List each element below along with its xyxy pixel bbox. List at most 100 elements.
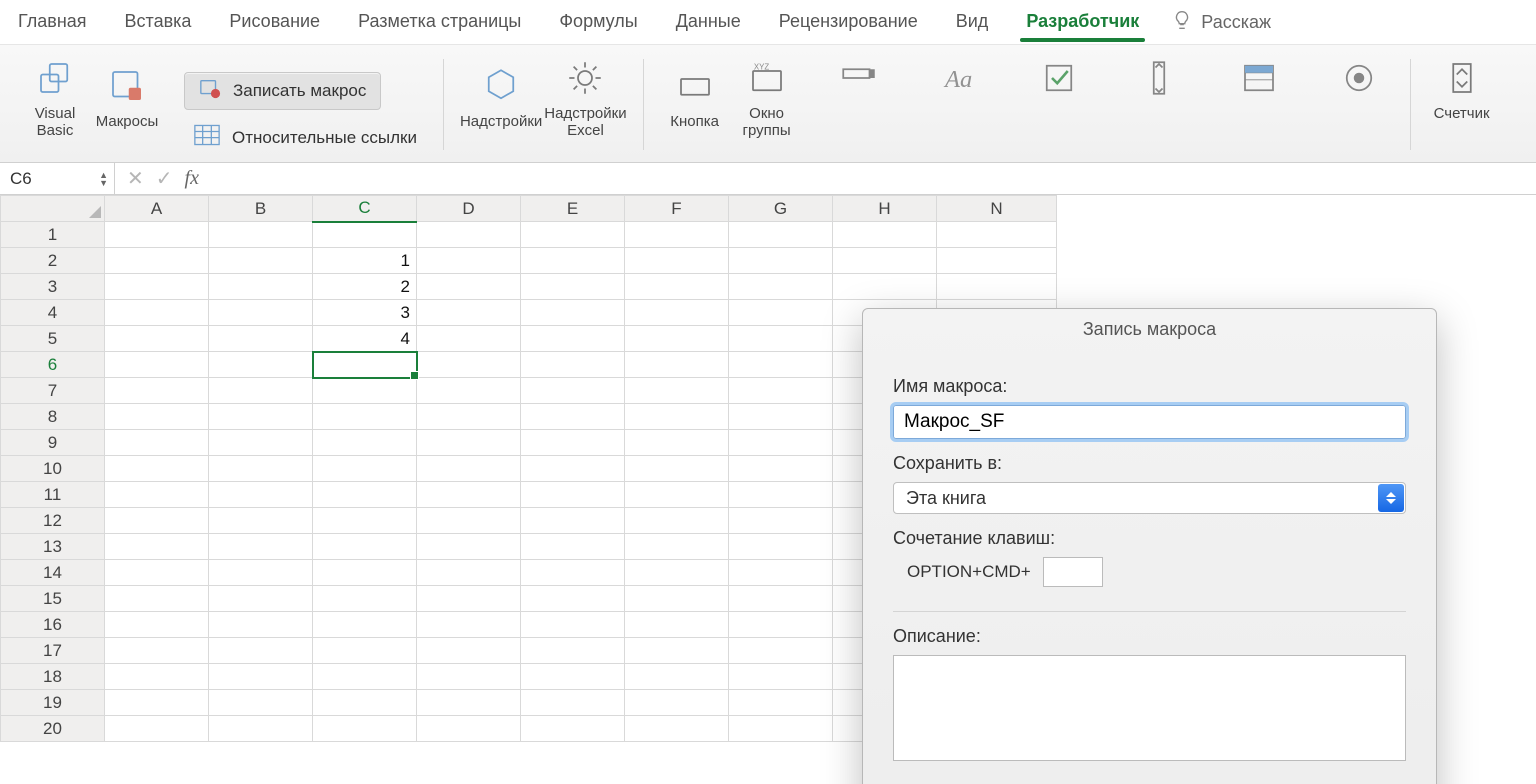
column-header-B[interactable]: B xyxy=(209,196,313,222)
cell-B7[interactable] xyxy=(209,378,313,404)
cell-E8[interactable] xyxy=(521,404,625,430)
cell-G2[interactable] xyxy=(729,248,833,274)
cell-G14[interactable] xyxy=(729,560,833,586)
cell-F15[interactable] xyxy=(625,586,729,612)
shortcut-key-input[interactable] xyxy=(1043,557,1103,587)
cell-A15[interactable] xyxy=(105,586,209,612)
row-header-12[interactable]: 12 xyxy=(1,508,105,534)
cell-G3[interactable] xyxy=(729,274,833,300)
row-header-10[interactable]: 10 xyxy=(1,456,105,482)
cell-A1[interactable] xyxy=(105,222,209,248)
cancel-formula-icon[interactable]: ✕ xyxy=(127,166,144,191)
cell-D9[interactable] xyxy=(417,430,521,456)
cell-N1[interactable] xyxy=(937,222,1057,248)
cell-C14[interactable] xyxy=(313,560,417,586)
cell-G6[interactable] xyxy=(729,352,833,378)
cell-B2[interactable] xyxy=(209,248,313,274)
relative-refs-button[interactable]: Относительные ссылки xyxy=(184,120,427,156)
cell-B9[interactable] xyxy=(209,430,313,456)
cell-G15[interactable] xyxy=(729,586,833,612)
listbox-button[interactable] xyxy=(1224,51,1294,102)
row-header-4[interactable]: 4 xyxy=(1,300,105,326)
combo-box-button[interactable] xyxy=(824,51,894,102)
row-header-2[interactable]: 2 xyxy=(1,248,105,274)
cell-E16[interactable] xyxy=(521,612,625,638)
cell-D2[interactable] xyxy=(417,248,521,274)
cell-B17[interactable] xyxy=(209,638,313,664)
cell-E13[interactable] xyxy=(521,534,625,560)
tab-view[interactable]: Вид xyxy=(950,3,995,42)
cell-C7[interactable] xyxy=(313,378,417,404)
cell-D16[interactable] xyxy=(417,612,521,638)
cell-B3[interactable] xyxy=(209,274,313,300)
cell-G13[interactable] xyxy=(729,534,833,560)
cell-F10[interactable] xyxy=(625,456,729,482)
cell-A19[interactable] xyxy=(105,690,209,716)
cell-B4[interactable] xyxy=(209,300,313,326)
spreadsheet-grid[interactable]: ABCDEFGHN1213243546789101112131415161718… xyxy=(0,195,1536,784)
cell-A11[interactable] xyxy=(105,482,209,508)
cell-N2[interactable] xyxy=(937,248,1057,274)
row-header-8[interactable]: 8 xyxy=(1,404,105,430)
record-macro-button[interactable]: Записать макрос xyxy=(184,72,381,110)
row-header-19[interactable]: 19 xyxy=(1,690,105,716)
row-header-7[interactable]: 7 xyxy=(1,378,105,404)
cell-B16[interactable] xyxy=(209,612,313,638)
cell-C12[interactable] xyxy=(313,508,417,534)
cell-E20[interactable] xyxy=(521,716,625,742)
cell-A13[interactable] xyxy=(105,534,209,560)
column-header-D[interactable]: D xyxy=(417,196,521,222)
fx-icon[interactable]: fx xyxy=(185,167,199,190)
cell-D20[interactable] xyxy=(417,716,521,742)
tell-me[interactable]: Расскаж xyxy=(1171,9,1271,36)
cell-C20[interactable] xyxy=(313,716,417,742)
cell-C18[interactable] xyxy=(313,664,417,690)
cell-C3[interactable]: 2 xyxy=(313,274,417,300)
description-input[interactable] xyxy=(893,655,1406,761)
cell-F8[interactable] xyxy=(625,404,729,430)
cell-F2[interactable] xyxy=(625,248,729,274)
cell-E6[interactable] xyxy=(521,352,625,378)
column-header-F[interactable]: F xyxy=(625,196,729,222)
cell-F20[interactable] xyxy=(625,716,729,742)
cell-C2[interactable]: 1 xyxy=(313,248,417,274)
name-box-stepper-icon[interactable]: ▲▼ xyxy=(99,171,108,187)
cell-G7[interactable] xyxy=(729,378,833,404)
cell-B8[interactable] xyxy=(209,404,313,430)
cell-A8[interactable] xyxy=(105,404,209,430)
cell-A10[interactable] xyxy=(105,456,209,482)
cell-D19[interactable] xyxy=(417,690,521,716)
cell-C8[interactable] xyxy=(313,404,417,430)
cell-A18[interactable] xyxy=(105,664,209,690)
cell-F3[interactable] xyxy=(625,274,729,300)
cell-E15[interactable] xyxy=(521,586,625,612)
cell-A12[interactable] xyxy=(105,508,209,534)
row-header-9[interactable]: 9 xyxy=(1,430,105,456)
cell-E2[interactable] xyxy=(521,248,625,274)
name-box[interactable]: C6 ▲▼ xyxy=(0,163,115,194)
cell-A3[interactable] xyxy=(105,274,209,300)
cell-E7[interactable] xyxy=(521,378,625,404)
cell-A14[interactable] xyxy=(105,560,209,586)
formula-input[interactable] xyxy=(211,163,1536,194)
cell-C4[interactable]: 3 xyxy=(313,300,417,326)
cell-B11[interactable] xyxy=(209,482,313,508)
cell-C6[interactable] xyxy=(313,352,417,378)
cell-E18[interactable] xyxy=(521,664,625,690)
cell-D18[interactable] xyxy=(417,664,521,690)
cell-F1[interactable] xyxy=(625,222,729,248)
cell-C19[interactable] xyxy=(313,690,417,716)
cell-E19[interactable] xyxy=(521,690,625,716)
cell-F9[interactable] xyxy=(625,430,729,456)
cell-G5[interactable] xyxy=(729,326,833,352)
cell-F19[interactable] xyxy=(625,690,729,716)
tab-data[interactable]: Данные xyxy=(670,3,747,42)
dropdown-arrows-icon[interactable] xyxy=(1378,484,1404,512)
cell-G10[interactable] xyxy=(729,456,833,482)
row-header-14[interactable]: 14 xyxy=(1,560,105,586)
tab-developer[interactable]: Разработчик xyxy=(1020,3,1145,42)
cell-B18[interactable] xyxy=(209,664,313,690)
cell-B15[interactable] xyxy=(209,586,313,612)
cell-H1[interactable] xyxy=(833,222,937,248)
cell-E17[interactable] xyxy=(521,638,625,664)
